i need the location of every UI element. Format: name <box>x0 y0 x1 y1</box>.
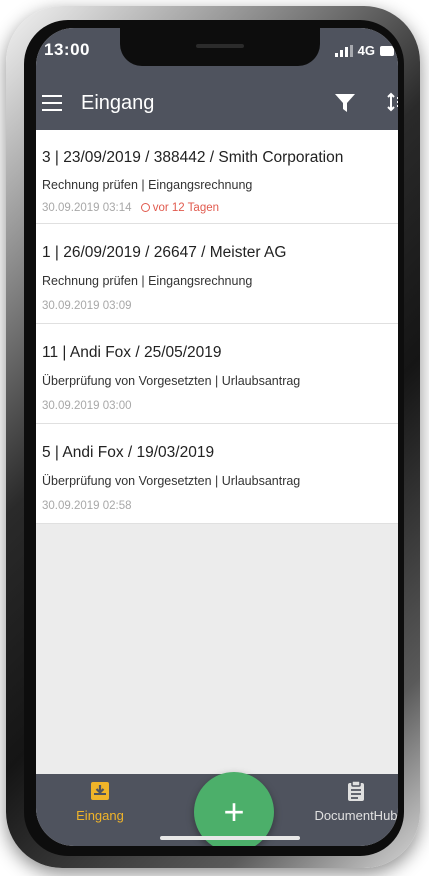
nav-tab-documenthub[interactable]: DocumentHub <box>306 780 398 823</box>
item-title: 5 | Andi Fox / 19/03/2019 <box>42 444 215 461</box>
plus-icon: + <box>223 791 245 832</box>
item-subtitle: Rechnung prüfen | Eingangsrechnung <box>42 274 253 288</box>
speaker <box>196 44 244 48</box>
inbox-icon <box>91 782 109 800</box>
page-title: Eingang <box>81 92 155 114</box>
item-date: 30.09.2019 03:09 <box>42 300 132 312</box>
item-subtitle: Rechnung prüfen | Eingangsrechnung <box>42 178 253 192</box>
item-subtitle: Überprüfung von Vorgesetzten | Urlaubsan… <box>42 374 301 388</box>
item-subtitle: Überprüfung von Vorgesetzten | Urlaubsan… <box>42 474 301 488</box>
item-meta: 30.09.2019 03:14 vor 12 Tagen <box>42 202 219 214</box>
add-button[interactable]: + <box>194 772 274 846</box>
item-meta: 30.09.2019 03:09 <box>42 300 132 312</box>
battery-icon <box>380 45 394 56</box>
item-date: 30.09.2019 03:00 <box>42 400 132 412</box>
overdue-label: vor 12 Tagen <box>152 202 220 214</box>
status-bar: 13:00 4G <box>36 28 398 76</box>
inbox-list: 3 | 23/09/2019 / 388442 / Smith Corporat… <box>36 130 398 524</box>
sort-icon[interactable] <box>386 91 398 113</box>
item-title: 3 | 23/09/2019 / 388442 / Smith Corporat… <box>42 149 344 166</box>
notch <box>120 28 320 66</box>
overdue-badge: vor 12 Tagen <box>140 202 220 214</box>
status-time: 13:00 <box>44 40 90 59</box>
nav-tab-eingang[interactable]: Eingang <box>70 780 130 823</box>
item-date: 30.09.2019 02:58 <box>42 500 132 512</box>
list-item[interactable]: 5 | Andi Fox / 19/03/2019 Überprüfung vo… <box>36 424 398 524</box>
list-item[interactable]: 11 | Andi Fox / 25/05/2019 Überprüfung v… <box>36 324 398 424</box>
nav-label-documenthub: DocumentHub <box>314 808 398 823</box>
app-screen: 13:00 4G Eingang 3 | 23/09/2019 / 388442… <box>36 28 398 846</box>
nav-label-eingang: Eingang <box>76 808 124 823</box>
filter-icon[interactable] <box>334 92 356 114</box>
item-date: 30.09.2019 03:14 <box>42 202 132 214</box>
item-meta: 30.09.2019 03:00 <box>42 400 132 412</box>
list-item[interactable]: 1 | 26/09/2019 / 26647 / Meister AG Rech… <box>36 224 398 324</box>
clock-icon <box>140 203 150 212</box>
item-title: 11 | Andi Fox / 25/05/2019 <box>42 344 222 361</box>
item-meta: 30.09.2019 02:58 <box>42 500 132 512</box>
status-indicators: 4G <box>334 43 394 58</box>
home-indicator[interactable] <box>160 836 300 840</box>
signal-icon <box>334 44 353 57</box>
item-title: 1 | 26/09/2019 / 26647 / Meister AG <box>42 244 287 261</box>
network-label: 4G <box>357 43 375 58</box>
menu-icon[interactable] <box>42 95 62 111</box>
app-bar: Eingang <box>36 76 398 130</box>
list-item[interactable]: 3 | 23/09/2019 / 388442 / Smith Corporat… <box>36 130 398 224</box>
clipboard-icon <box>348 780 364 801</box>
